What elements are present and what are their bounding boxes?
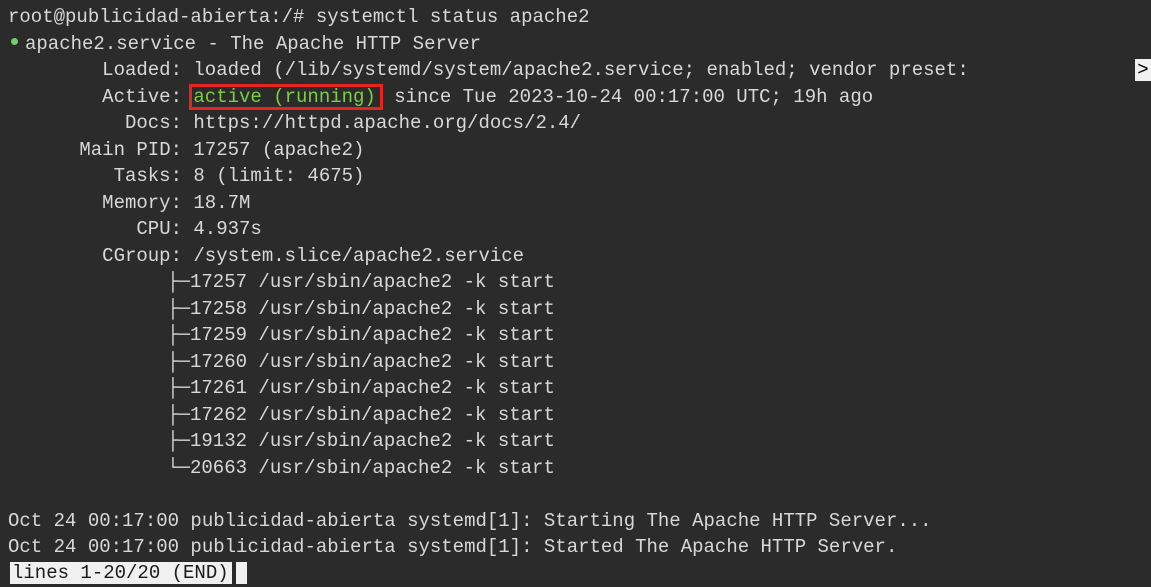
- log-text: Oct 24 00:17:00 publicidad-abierta syste…: [8, 536, 898, 558]
- process-entry: 17261 /usr/sbin/apache2 -k start: [190, 377, 555, 399]
- log-line: Oct 24 00:17:00 publicidad-abierta syste…: [0, 508, 1151, 535]
- cpu-line: CPU: 4.937s: [0, 216, 1151, 243]
- memory-value: 18.7M: [193, 191, 251, 214]
- tree-branch-icon: ├─: [167, 403, 190, 426]
- memory-line: Memory: 18.7M: [0, 190, 1151, 217]
- terminal-window[interactable]: root@publicidad-abierta:/# systemctl sta…: [0, 0, 1151, 587]
- main-pid-line: Main PID: 17257 (apache2): [0, 137, 1151, 164]
- tree-end-branch-icon: └─: [167, 456, 190, 479]
- active-line: Active: active (running) since Tue 2023-…: [0, 83, 1151, 111]
- process-entry: 17260 /usr/sbin/apache2 -k start: [190, 350, 555, 373]
- process-entry: 17258 /usr/sbin/apache2 -k start: [190, 297, 555, 320]
- tasks-value: 8 (limit: 4675): [193, 165, 365, 187]
- tasks-line: Tasks: 8 (limit: 4675): [0, 163, 1151, 190]
- line-truncated-marker: >: [1135, 59, 1151, 81]
- memory-label: Memory:: [102, 191, 182, 214]
- tasks-label: Tasks:: [113, 165, 182, 187]
- tree-branch-icon: ├─: [167, 377, 190, 399]
- docs-line: Docs: https://httpd.apache.org/docs/2.4/: [0, 110, 1151, 137]
- unit-header-line: apache2.service - The Apache HTTP Server: [0, 31, 1151, 58]
- docs-link[interactable]: https://httpd.apache.org/docs/2.4/: [193, 112, 581, 134]
- tree-branch-icon: ├─: [167, 324, 190, 346]
- active-label: Active:: [102, 85, 182, 108]
- process-entry: 17259 /usr/sbin/apache2 -k start: [190, 324, 555, 346]
- loaded-label: Loaded:: [102, 59, 182, 81]
- active-state-highlight: active (running): [189, 83, 383, 110]
- tree-branch-icon: ├─: [167, 350, 190, 373]
- process-entry: 20663 /usr/sbin/apache2 -k start: [190, 456, 555, 479]
- process-tree-row: ├─17257 /usr/sbin/apache2 -k start: [0, 269, 1151, 296]
- process-tree-row: ├─17262 /usr/sbin/apache2 -k start: [0, 402, 1151, 429]
- loaded-line: Loaded: loaded (/lib/systemd/system/apac…: [0, 57, 1151, 84]
- cpu-value: 4.937s: [193, 218, 262, 240]
- pager-status-bar: lines 1-20/20 (END): [0, 560, 247, 587]
- process-tree-row: ├─17259 /usr/sbin/apache2 -k start: [0, 322, 1151, 349]
- cgroup-value: /system.slice/apache2.service: [193, 244, 525, 267]
- process-tree-row: └─20663 /usr/sbin/apache2 -k start: [0, 455, 1151, 482]
- cpu-label: CPU:: [136, 218, 182, 240]
- process-tree-row: ├─17258 /usr/sbin/apache2 -k start: [0, 296, 1151, 323]
- tree-branch-icon: ├─: [167, 271, 190, 293]
- process-tree-row: ├─19132 /usr/sbin/apache2 -k start: [0, 428, 1151, 455]
- log-line: Oct 24 00:17:00 publicidad-abierta syste…: [0, 534, 1151, 561]
- command-prompt-line: root@publicidad-abierta:/# systemctl sta…: [0, 4, 1151, 31]
- loaded-value: loaded (/lib/systemd/system/apache2.serv…: [193, 59, 981, 81]
- status-dot-icon: [11, 38, 18, 46]
- unit-description: apache2.service - The Apache HTTP Server: [25, 32, 482, 55]
- pager-status-text: lines 1-20/20 (END): [10, 562, 232, 584]
- main-pid-value: 17257 (apache2): [193, 138, 365, 161]
- process-entry: 19132 /usr/sbin/apache2 -k start: [190, 430, 555, 452]
- cgroup-label: CGroup:: [102, 244, 182, 267]
- cgroup-line: CGroup: /system.slice/apache2.service: [0, 243, 1151, 270]
- active-since-text: since Tue 2023-10-24 00:17:00 UTC; 19h a…: [382, 85, 874, 108]
- text-cursor[interactable]: [235, 561, 247, 584]
- process-entry: 17262 /usr/sbin/apache2 -k start: [190, 403, 555, 426]
- tree-branch-icon: ├─: [167, 297, 190, 320]
- main-pid-label: Main PID:: [79, 138, 182, 161]
- log-text: Oct 24 00:17:00 publicidad-abierta syste…: [8, 509, 932, 532]
- process-tree-row: ├─17260 /usr/sbin/apache2 -k start: [0, 349, 1151, 376]
- process-tree-row: ├─17261 /usr/sbin/apache2 -k start: [0, 375, 1151, 402]
- process-entry: 17257 /usr/sbin/apache2 -k start: [190, 271, 555, 293]
- tree-branch-icon: ├─: [167, 430, 190, 452]
- command-text: root@publicidad-abierta:/# systemctl sta…: [8, 6, 590, 28]
- docs-label: Docs:: [124, 112, 182, 134]
